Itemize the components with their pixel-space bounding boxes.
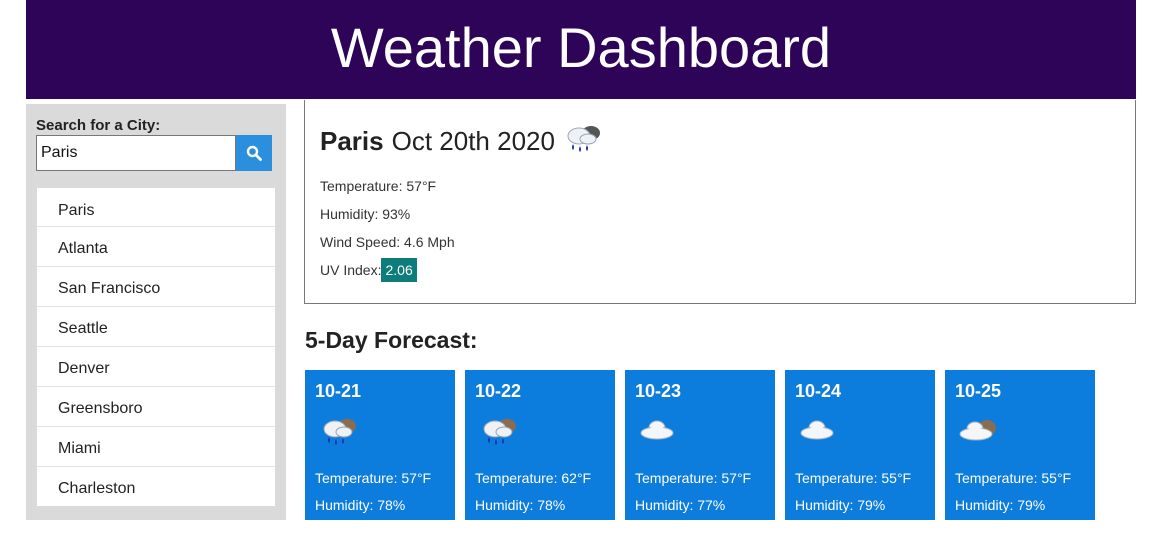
forecast-temperature: Temperature: 57°F — [315, 470, 432, 486]
current-date: Oct 20th 2020 — [391, 126, 555, 156]
search-icon — [246, 145, 262, 161]
forecast-title: 5-Day Forecast: — [305, 327, 478, 353]
cloud-icon — [797, 414, 841, 453]
uv-label: UV Index: — [320, 262, 382, 278]
forecast-card: 10-24 Temperature: 55°F Humidity: 79% — [785, 370, 935, 520]
sidebar: Search for a City: Paris Atlanta San Fra… — [26, 104, 286, 520]
city-item-paris[interactable]: Paris — [37, 188, 275, 227]
city-item-san-francisco[interactable]: San Francisco — [37, 267, 275, 307]
rain-cloud-icon — [561, 120, 605, 163]
forecast-date: 10-25 — [955, 381, 1002, 401]
city-item-miami[interactable]: Miami — [37, 427, 275, 467]
forecast-humidity: Humidity: 79% — [795, 497, 886, 513]
city-item-denver[interactable]: Denver — [37, 347, 275, 387]
forecast-date: 10-21 — [315, 381, 362, 401]
forecast-temperature: Temperature: 55°F — [795, 470, 912, 486]
forecast-humidity: Humidity: 77% — [635, 497, 726, 513]
broken-clouds-icon — [957, 414, 1001, 453]
cloud-icon — [637, 414, 681, 453]
city-item-atlanta[interactable]: Atlanta — [37, 227, 275, 267]
forecast-humidity: Humidity: 78% — [315, 497, 406, 513]
forecast-card: 10-22 Temperature: 62°F Humidity: 78% — [465, 370, 615, 520]
current-temperature: Temperature: 57°F — [320, 178, 437, 194]
current-city: Paris — [320, 126, 384, 156]
forecast-temperature: Temperature: 62°F — [475, 470, 592, 486]
search-input[interactable] — [36, 135, 236, 171]
forecast-humidity: Humidity: 78% — [475, 497, 566, 513]
rain-cloud-icon — [317, 414, 361, 453]
city-history-list: Paris Atlanta San Francisco Seattle Denv… — [37, 188, 275, 506]
forecast-card: 10-23 Temperature: 57°F Humidity: 77% — [625, 370, 775, 520]
forecast-card: 10-25 Temperature: 55°F Humidity: 79% — [945, 370, 1095, 520]
search-button[interactable] — [236, 135, 272, 171]
current-wind-speed: Wind Speed: 4.6 Mph — [320, 234, 455, 250]
current-weather-panel: Paris Oct 20th 2020 Temperature: 57°F Hu… — [304, 100, 1136, 304]
forecast-date: 10-22 — [475, 381, 522, 401]
page-title: Weather Dashboard — [330, 16, 832, 79]
rain-cloud-icon — [477, 414, 521, 453]
city-item-greensboro[interactable]: Greensboro — [37, 387, 275, 427]
page-header: Weather Dashboard — [26, 0, 1136, 99]
city-item-charleston[interactable]: Charleston — [37, 467, 275, 506]
forecast-temperature: Temperature: 55°F — [955, 470, 1072, 486]
forecast-card: 10-21 Temperature: 57°F Humidity: 78% — [305, 370, 455, 520]
current-uv-index: UV Index: 2.06 — [320, 258, 417, 282]
current-weather-title: Paris Oct 20th 2020 — [320, 120, 605, 163]
search-label: Search for a City: — [36, 117, 161, 134]
forecast-humidity: Humidity: 79% — [955, 497, 1046, 513]
forecast-date: 10-23 — [635, 381, 682, 401]
forecast-temperature: Temperature: 57°F — [635, 470, 752, 486]
forecast-date: 10-24 — [795, 381, 842, 401]
uv-badge: 2.06 — [381, 258, 417, 282]
current-humidity: Humidity: 93% — [320, 206, 411, 222]
city-item-seattle[interactable]: Seattle — [37, 307, 275, 347]
